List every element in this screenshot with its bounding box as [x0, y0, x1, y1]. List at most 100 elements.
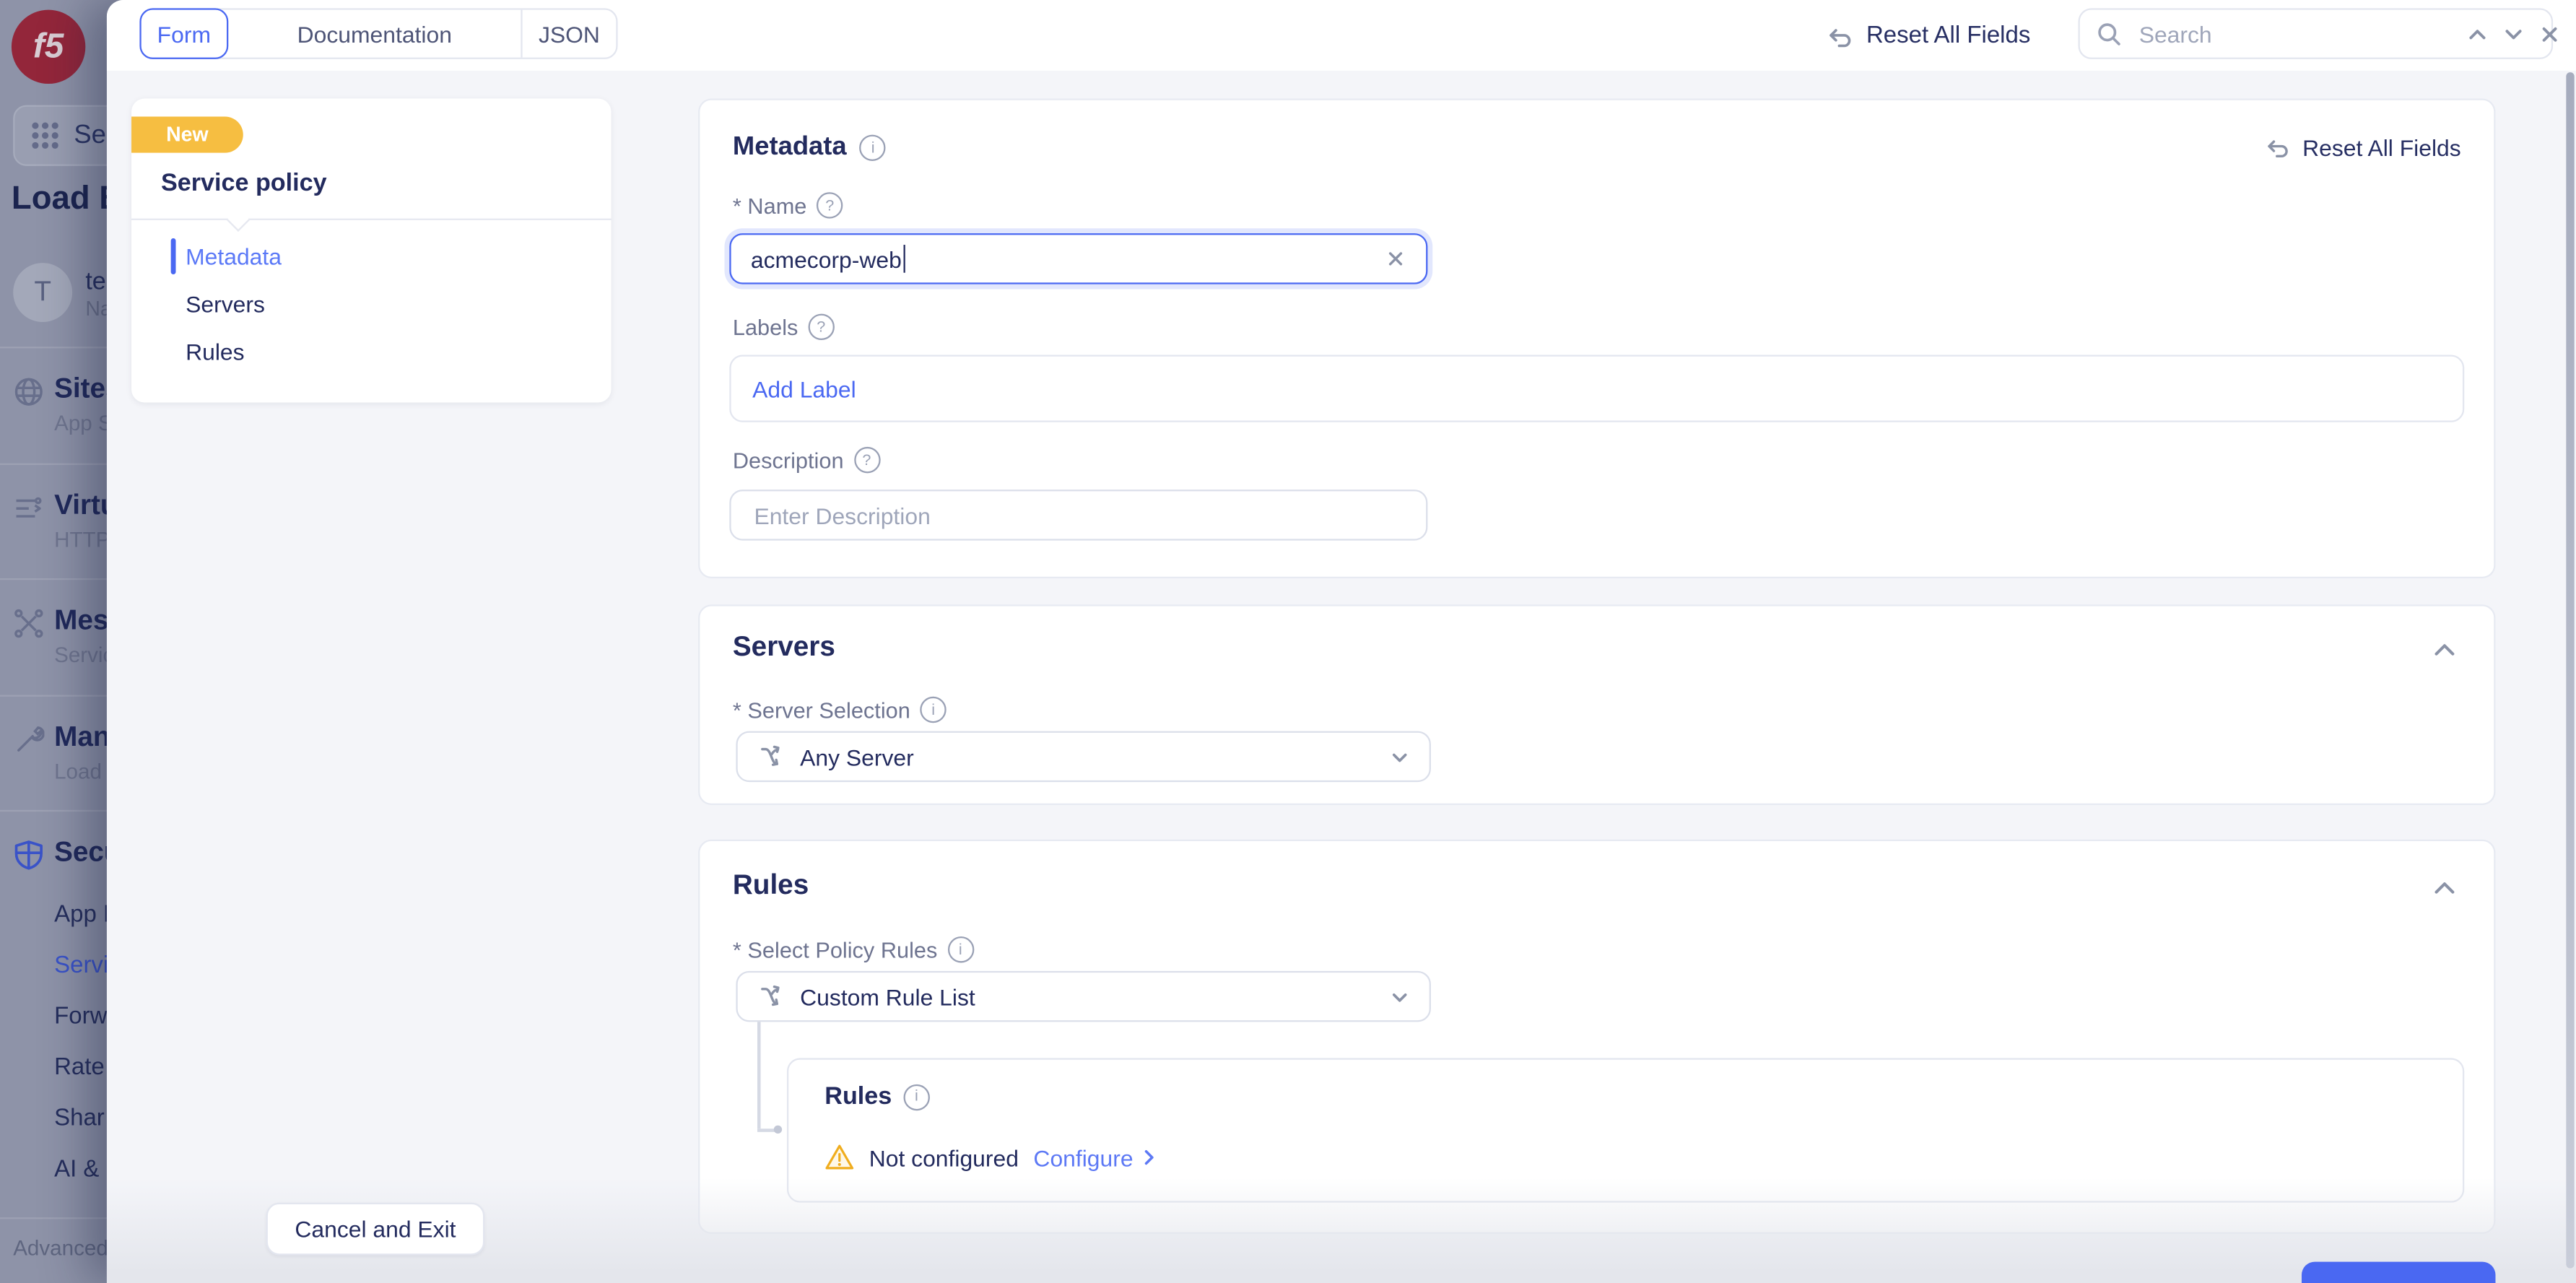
service-policy-modal: Form Documentation JSON Reset All Fields [107, 0, 2576, 1283]
info-icon: i [860, 135, 886, 161]
shield-icon [13, 840, 44, 871]
undo-arrow-icon [1824, 20, 1853, 50]
policy-rules-value: Custom Rule List [800, 983, 975, 1009]
sidebar-dimmed: f5 Sele Load Ba T tec Nam Sites App S Vi… [0, 0, 115, 1283]
reset-all-fields-button[interactable]: Reset All Fields [1824, 0, 2031, 71]
route-branch-icon [757, 744, 783, 770]
new-badge: New [131, 117, 243, 153]
grid-9-dots-icon [31, 121, 59, 149]
undo-arrow-icon [2261, 133, 2289, 161]
clear-name-icon[interactable] [1385, 248, 1406, 270]
sidebar-subitem-app-firewall: App F [54, 902, 115, 928]
search-prev-icon[interactable] [2466, 22, 2489, 45]
panel-divider [131, 219, 611, 220]
policy-rules-dropdown[interactable]: Custom Rule List [736, 971, 1431, 1022]
server-selection-dropdown[interactable]: Any Server [736, 731, 1431, 783]
connector-line [757, 1128, 775, 1131]
app-selector-button: Sele [13, 105, 115, 166]
sidebar-subitem-rate: Rate [54, 1055, 105, 1081]
connector-line [757, 1022, 760, 1128]
metadata-card: Metadata i Reset All Fields * Name ? acm… [698, 99, 2495, 578]
tab-json[interactable]: JSON [521, 10, 616, 58]
servers-card: Servers * Server Selection i Any Server [698, 604, 2495, 805]
collapse-rules-icon[interactable] [2432, 876, 2458, 902]
f5-logo-icon: f5 [12, 10, 85, 84]
tenant-avatar: T [13, 263, 72, 322]
view-tabs: Form Documentation JSON [139, 8, 617, 59]
wizard-nav-rules[interactable]: Rules [186, 334, 244, 370]
sidebar-divider [0, 347, 115, 348]
search-next-icon[interactable] [2502, 22, 2525, 45]
route-branch-icon [757, 983, 783, 1009]
info-icon: i [920, 697, 946, 723]
chevron-down-icon [1390, 747, 1409, 766]
modal-scrollbar-thumb[interactable] [2566, 72, 2574, 1269]
sidebar-item-virtual: Virtu [54, 490, 115, 523]
search-icon [2097, 20, 2123, 46]
connector-dot [774, 1126, 782, 1134]
chevron-down-icon [1390, 986, 1409, 1006]
help-icon: ? [808, 314, 834, 340]
sidebar-subitem-shared: Shar [54, 1105, 105, 1131]
sidebar-item-managed-sub: Load [54, 759, 102, 783]
search-input[interactable] [2136, 19, 2440, 48]
sidebar-item-mesh: Mes [54, 604, 108, 638]
select-policy-rules-label: * Select Policy Rules i [733, 936, 974, 962]
wrench-icon [13, 724, 44, 755]
network-nodes-icon [13, 608, 44, 639]
save-and-exit-button[interactable]: Save and Exit [2302, 1262, 2496, 1283]
sidebar-advanced-label: Advanced [13, 1235, 108, 1260]
name-input[interactable]: acmecorp-web [729, 233, 1427, 284]
servers-title: Servers [733, 631, 835, 664]
sliders-icon [13, 493, 44, 524]
wizard-nav-panel: New Service policy Metadata Servers Rule… [131, 99, 611, 403]
sidebar-heading: Load Ba [12, 181, 115, 218]
server-selection-label: * Server Selection i [733, 697, 947, 723]
warning-icon [824, 1144, 854, 1172]
app-root: f5 Sele Load Ba T tec Nam Sites App S Vi… [0, 0, 2576, 1283]
sidebar-item-security: Secu [54, 836, 115, 869]
required-marker: * [733, 193, 741, 217]
sidebar-divider [0, 578, 115, 580]
configure-link[interactable]: Configure [1033, 1144, 1157, 1170]
help-icon: ? [853, 447, 879, 473]
description-input-wrap [729, 490, 1427, 541]
not-configured-status: Not configured [869, 1144, 1019, 1170]
search-box [2079, 8, 2554, 59]
sidebar-item-managed: Man [54, 721, 110, 754]
wizard-nav-metadata[interactable]: Metadata [186, 238, 282, 274]
sidebar-item-virtual-sub: HTTP [54, 527, 110, 552]
sidebar-divider [0, 810, 115, 812]
sidebar-divider [0, 1217, 115, 1219]
name-input-value: acmecorp-web [751, 245, 902, 271]
info-icon: i [903, 1084, 929, 1110]
labels-box: Add Label [729, 355, 2464, 422]
card-reset-all-fields-button[interactable]: Reset All Fields [2261, 133, 2460, 161]
card-reset-label: Reset All Fields [2302, 134, 2461, 160]
globe-icon [13, 376, 44, 407]
rules-title: Rules [733, 869, 809, 903]
panel-divider-caret [227, 209, 250, 232]
sidebar-subitem-forward: Forw [54, 1004, 107, 1030]
nested-rules-title: Rules [824, 1083, 892, 1111]
modal-header: Form Documentation JSON Reset All Fields [107, 0, 2576, 71]
reset-all-fields-label: Reset All Fields [1866, 22, 2030, 48]
search-clear-icon[interactable] [2538, 22, 2562, 45]
tab-documentation[interactable]: Documentation [228, 10, 521, 58]
name-field-label: * Name ? [733, 192, 843, 218]
sidebar-subitem-service-policies: Servi [54, 953, 108, 979]
cancel-and-exit-button[interactable]: Cancel and Exit [266, 1203, 485, 1256]
description-input[interactable] [751, 500, 1406, 530]
chevron-right-icon [1140, 1149, 1158, 1167]
description-field-label: Description ? [733, 447, 880, 473]
tab-form[interactable]: Form [139, 8, 228, 59]
active-nav-indicator [171, 238, 176, 274]
help-icon: ? [817, 192, 843, 218]
info-icon: i [947, 936, 973, 962]
collapse-servers-icon[interactable] [2432, 638, 2458, 664]
sidebar-subitem-ai: AI & [54, 1157, 99, 1183]
wizard-nav-servers[interactable]: Servers [186, 286, 265, 322]
metadata-title: Metadata [733, 133, 847, 162]
text-cursor [903, 245, 905, 273]
add-label-button[interactable]: Add Label [752, 375, 856, 401]
